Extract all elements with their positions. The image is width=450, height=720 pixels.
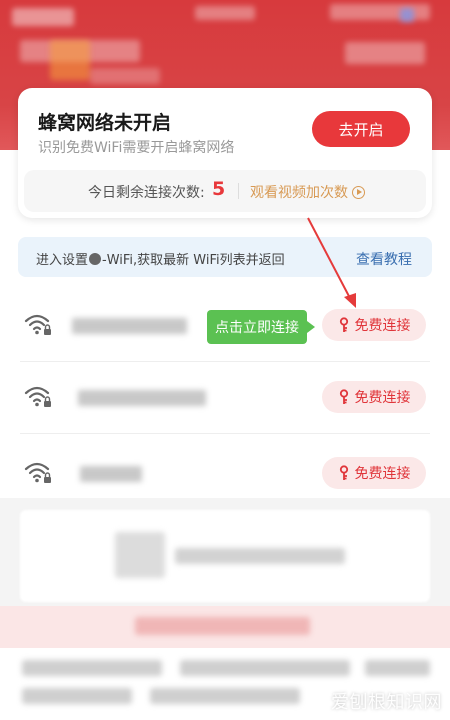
blurred-article-text	[365, 660, 430, 676]
wifi-ssid-blurred	[80, 466, 142, 482]
view-tutorial-link[interactable]: 查看教程	[356, 249, 412, 269]
blurred-article-text	[180, 660, 350, 676]
blurred-article-text	[22, 660, 162, 676]
settings-gear-icon	[89, 253, 102, 265]
open-cellular-button[interactable]: 去开启	[312, 111, 410, 147]
tip-text-before: 进入设置	[36, 253, 89, 268]
wifi-locked-icon	[24, 386, 51, 407]
remaining-connections-row: 今日剩余连接次数: 5 观看视频加次数	[24, 170, 426, 212]
watch-video-label: 观看视频加次数	[250, 185, 348, 201]
connect-tooltip: 点击立即连接	[207, 310, 315, 344]
cellular-subtitle: 识别免费WiFi需要开启蜂窝网络	[38, 140, 235, 156]
free-connect-label: 免费连接	[354, 317, 411, 333]
remaining-label: 今日剩余连接次数:	[88, 185, 205, 201]
blurred-ad-text	[175, 548, 345, 564]
blurred-header-text	[90, 68, 160, 84]
free-connect-label: 免费连接	[354, 465, 411, 481]
settings-tip-bar: 进入设置 -WiFi,获取最新 WiFi列表并返回 查看教程	[18, 237, 432, 277]
wifi-ssid-blurred	[72, 318, 187, 334]
divider	[238, 183, 239, 199]
wifi-list-item[interactable]: 免费连接	[0, 362, 450, 434]
play-circle-icon	[352, 185, 365, 199]
tip-text-after: -WiFi,获取最新 WiFi列表并返回	[102, 253, 285, 268]
blurred-ad-image	[115, 532, 165, 578]
tip-text: 进入设置 -WiFi,获取最新 WiFi列表并返回	[36, 249, 285, 268]
watch-video-link[interactable]: 观看视频加次数	[250, 182, 365, 202]
blurred-status-text	[12, 8, 74, 26]
wifi-locked-icon	[24, 462, 51, 483]
key-icon	[339, 465, 348, 480]
blurred-article-text	[22, 688, 132, 704]
key-icon	[339, 317, 348, 332]
remaining-count: 5	[212, 178, 226, 200]
watermark: 爱刨根知识网	[331, 692, 442, 713]
blurred-header-action	[345, 42, 425, 64]
blurred-banner-text	[135, 617, 310, 635]
free-connect-button[interactable]: 免费连接	[322, 457, 426, 489]
free-connect-button[interactable]: 免费连接	[322, 309, 426, 341]
wifi-locked-icon	[24, 314, 51, 335]
blurred-article-text	[150, 688, 300, 704]
key-icon	[339, 389, 348, 404]
blurred-status-icons	[330, 4, 430, 20]
wifi-ssid-blurred	[78, 390, 206, 406]
free-connect-label: 免费连接	[354, 389, 411, 405]
cellular-title: 蜂窝网络未开启	[38, 112, 172, 134]
blurred-status-text	[195, 6, 255, 20]
blurred-logo	[50, 40, 90, 80]
free-connect-button[interactable]: 免费连接	[322, 381, 426, 413]
blurred-status-icon	[400, 8, 414, 22]
cellular-network-card: 蜂窝网络未开启 识别免费WiFi需要开启蜂窝网络 去开启 今日剩余连接次数: 5…	[18, 88, 432, 218]
row-divider	[20, 433, 430, 434]
